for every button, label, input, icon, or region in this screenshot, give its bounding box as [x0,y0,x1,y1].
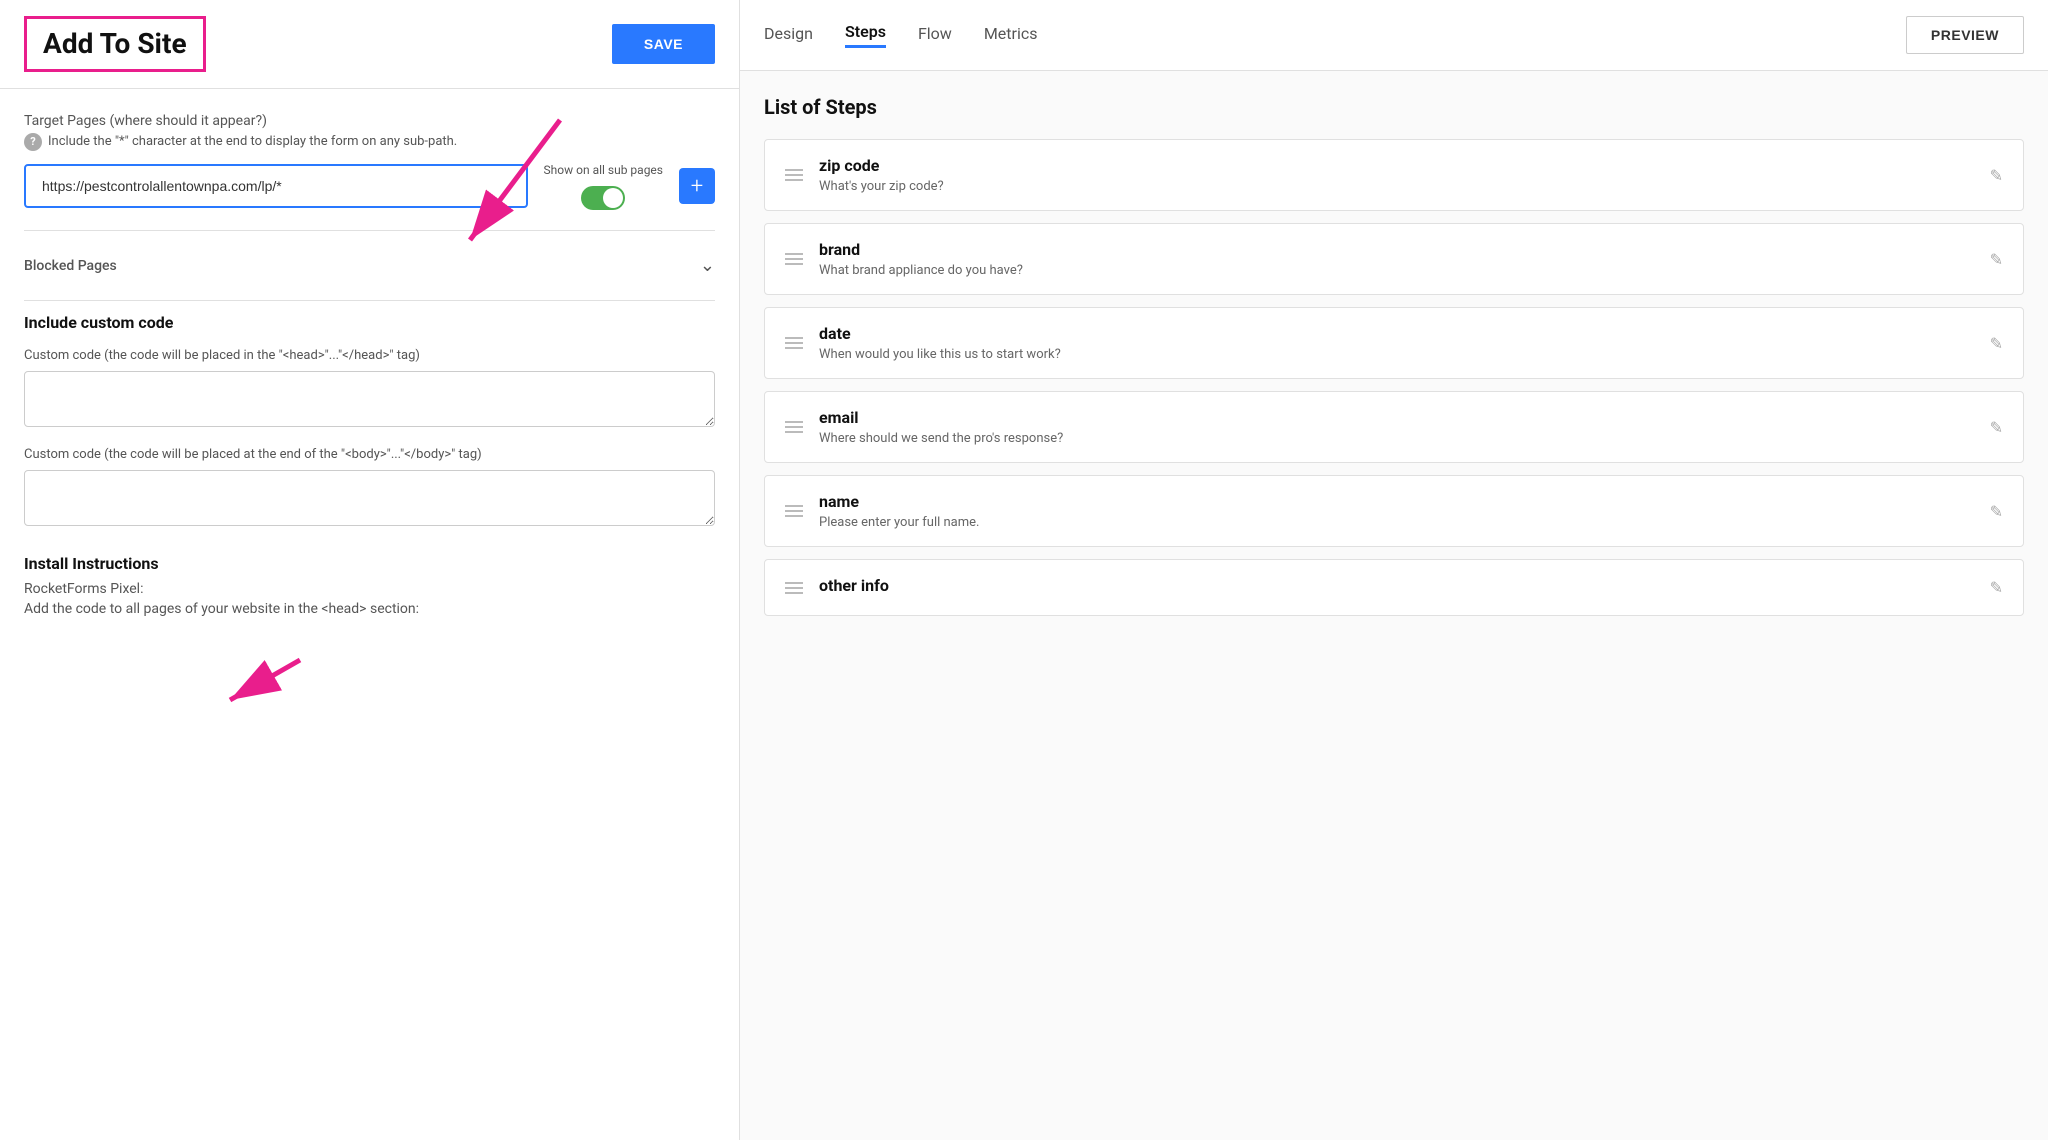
step-card: name Please enter your full name. ✎ [764,475,2024,547]
step-description: What's your zip code? [819,179,1974,194]
tab-steps[interactable]: Steps [845,22,886,48]
edit-icon[interactable]: ✎ [1990,334,2003,353]
edit-icon[interactable]: ✎ [1990,166,2003,185]
left-header: Add To Site SAVE [0,0,739,89]
url-input[interactable] [24,164,528,208]
step-name: brand [819,240,1974,259]
drag-handle[interactable] [785,253,803,265]
edit-icon[interactable]: ✎ [1990,418,2003,437]
step-description: Please enter your full name. [819,515,1974,530]
blocked-pages-label: Blocked Pages [24,258,117,274]
tab-flow[interactable]: Flow [918,24,952,47]
tab-design[interactable]: Design [764,24,813,47]
chevron-down-icon: ⌄ [700,255,715,276]
divider-2 [24,300,715,301]
right-content: List of Steps zip code What's your zip c… [740,71,2048,652]
left-panel: Add To Site SAVE Target Pages (where sho… [0,0,740,1140]
step-description: What brand appliance do you have? [819,263,1974,278]
step-card: brand What brand appliance do you have? … [764,223,2024,295]
step-card: date When would you like this us to star… [764,307,2024,379]
right-panel: Design Steps Flow Metrics PREVIEW List o… [740,0,2048,1140]
list-of-steps-title: List of Steps [764,95,2024,119]
help-icon: ? [24,133,42,151]
step-name: date [819,324,1974,343]
step-name: email [819,408,1974,427]
add-url-button[interactable]: + [679,168,715,204]
step-info: name Please enter your full name. [819,492,1974,530]
url-row: Show on all sub pages + [24,163,715,211]
save-button[interactable]: SAVE [612,24,715,64]
drag-handle[interactable] [785,337,803,349]
right-header: Design Steps Flow Metrics PREVIEW [740,0,2048,71]
head-code-label: Custom code (the code will be placed in … [24,348,715,363]
step-info: date When would you like this us to star… [819,324,1974,362]
tab-metrics[interactable]: Metrics [984,24,1038,47]
body-code-input[interactable] [24,470,715,526]
show-subpages-toggle[interactable] [581,186,625,210]
nav-tabs: Design Steps Flow Metrics [764,22,1037,48]
blocked-pages-row[interactable]: Blocked Pages ⌄ [24,243,715,288]
step-description: When would you like this us to start wor… [819,347,1974,362]
step-info: email Where should we send the pro's res… [819,408,1974,446]
step-description: Where should we send the pro's response? [819,431,1974,446]
drag-handle[interactable] [785,582,803,594]
step-card: other info ✎ [764,559,2024,616]
step-name: name [819,492,1974,511]
install-instructions-title: Install Instructions [24,554,715,573]
page-title: Add To Site [24,16,206,72]
head-code-input[interactable] [24,371,715,427]
drag-handle[interactable] [785,421,803,433]
drag-handle[interactable] [785,169,803,181]
step-name: zip code [819,156,1974,175]
step-card: zip code What's your zip code? ✎ [764,139,2024,211]
left-content: Target Pages (where should it appear?) ?… [0,89,739,642]
rocketforms-pixel-label: RocketForms Pixel: [24,581,715,597]
step-info: zip code What's your zip code? [819,156,1974,194]
edit-icon[interactable]: ✎ [1990,578,2003,597]
target-pages-sub: Include the "*" character at the end to … [48,134,457,149]
show-all-subpages-control: Show on all sub pages [544,163,663,211]
step-card: email Where should we send the pro's res… [764,391,2024,463]
add-code-label: Add the code to all pages of your websit… [24,601,715,617]
step-info: other info [819,576,1974,599]
target-pages-label: Target Pages (where should it appear?) [24,113,715,129]
edit-icon[interactable]: ✎ [1990,250,2003,269]
body-code-label: Custom code (the code will be placed at … [24,447,715,462]
edit-icon[interactable]: ✎ [1990,502,2003,521]
show-all-label: Show on all sub pages [544,163,663,179]
help-row: ? Include the "*" character at the end t… [24,133,715,151]
steps-container: zip code What's your zip code? ✎ brand W… [764,139,2024,616]
custom-code-title: Include custom code [24,313,715,332]
step-info: brand What brand appliance do you have? [819,240,1974,278]
preview-button[interactable]: PREVIEW [1906,16,2024,54]
step-name: other info [819,576,1974,595]
drag-handle[interactable] [785,505,803,517]
divider-1 [24,230,715,231]
